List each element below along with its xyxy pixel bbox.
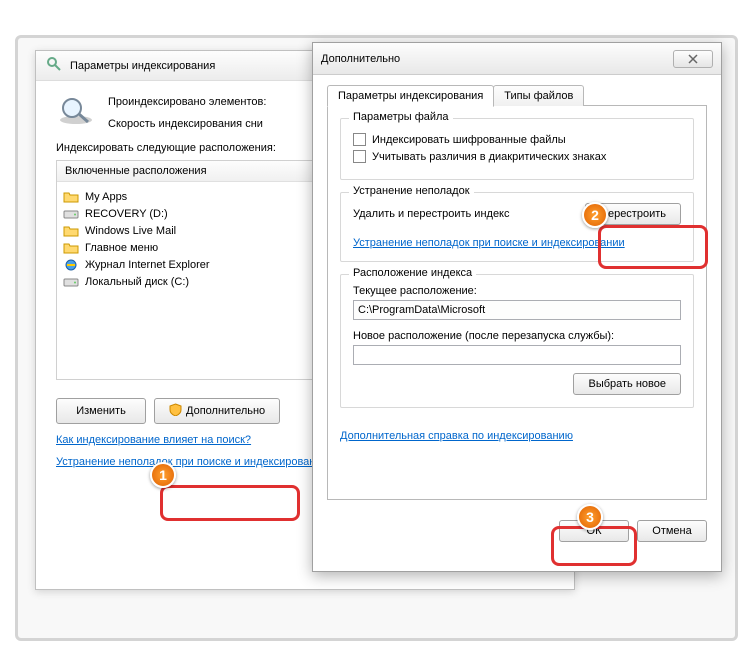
list-item-label: Главное меню [85, 242, 158, 254]
tab-strip: Параметры индексирования Типы файлов [327, 85, 707, 106]
troubleshoot-link[interactable]: Устранение неполадок при поиске и индекс… [353, 237, 625, 249]
tab-panel: Параметры файла Индексировать шифрованны… [327, 105, 707, 500]
main-title-text: Параметры индексирования [70, 60, 215, 72]
drive-icon [63, 275, 79, 288]
drive-icon [63, 207, 79, 220]
shield-icon [169, 403, 182, 419]
rebuild-text: Удалить и перестроить индекс [353, 208, 510, 220]
close-icon[interactable] [673, 50, 713, 68]
list-item-label: Локальный диск (C:) [85, 276, 189, 288]
troubleshoot-fieldset: Устранение неполадок Удалить и перестрои… [340, 192, 694, 262]
advanced-dialog: Дополнительно Параметры индексирования Т… [312, 42, 722, 572]
cancel-button[interactable]: Отмена [637, 520, 707, 542]
folder-icon [63, 224, 79, 237]
help-link-search[interactable]: Как индексирование влияет на поиск? [56, 434, 251, 446]
current-location-input [353, 300, 681, 320]
tab-file-types[interactable]: Типы файлов [493, 85, 584, 106]
advanced-title-text: Дополнительно [321, 53, 400, 65]
troubleshoot-legend: Устранение неполадок [349, 185, 474, 197]
list-item-label: RECOVERY (D:) [85, 208, 168, 220]
magnifier-icon [46, 56, 62, 75]
advanced-help-link[interactable]: Дополнительная справка по индексированию [340, 430, 573, 442]
indexed-count-label: Проиндексировано элементов: [108, 96, 266, 108]
callout-1-badge: 1 [150, 462, 176, 488]
index-location-legend: Расположение индекса [349, 267, 476, 279]
help-link-troubleshoot[interactable]: Устранение неполадок при поиске и индекс… [56, 456, 328, 468]
list-item-label: Журнал Internet Explorer [85, 259, 210, 271]
folder-icon [63, 241, 79, 254]
file-params-fieldset: Параметры файла Индексировать шифрованны… [340, 118, 694, 180]
ie-icon [63, 258, 79, 271]
choose-new-button[interactable]: Выбрать новое [573, 373, 681, 395]
current-location-label: Текущее расположение: [353, 285, 681, 297]
modify-button[interactable]: Изменить [56, 398, 146, 424]
list-item-label: My Apps [85, 191, 127, 203]
callout-3-badge: 3 [577, 504, 603, 530]
diacritics-label: Учитывать различия в диакритических знак… [372, 151, 606, 163]
encrypted-label: Индексировать шифрованные файлы [372, 134, 566, 146]
callout-2-badge: 2 [582, 202, 608, 228]
advanced-button[interactable]: Дополнительно [154, 398, 280, 424]
large-magnifier-icon [56, 96, 96, 126]
encrypted-checkbox[interactable] [353, 133, 366, 146]
new-location-input[interactable] [353, 345, 681, 365]
diacritics-checkbox[interactable] [353, 150, 366, 163]
tab-indexing-params[interactable]: Параметры индексирования [327, 85, 494, 107]
file-params-legend: Параметры файла [349, 111, 453, 123]
index-location-fieldset: Расположение индекса Текущее расположени… [340, 274, 694, 408]
new-location-label: Новое расположение (после перезапуска сл… [353, 330, 681, 342]
advanced-button-label: Дополнительно [186, 405, 265, 417]
advanced-titlebar: Дополнительно [313, 43, 721, 75]
indexing-speed-label: Скорость индексирования сни [108, 118, 266, 130]
folder-icon [63, 190, 79, 203]
list-item-label: Windows Live Mail [85, 225, 176, 237]
